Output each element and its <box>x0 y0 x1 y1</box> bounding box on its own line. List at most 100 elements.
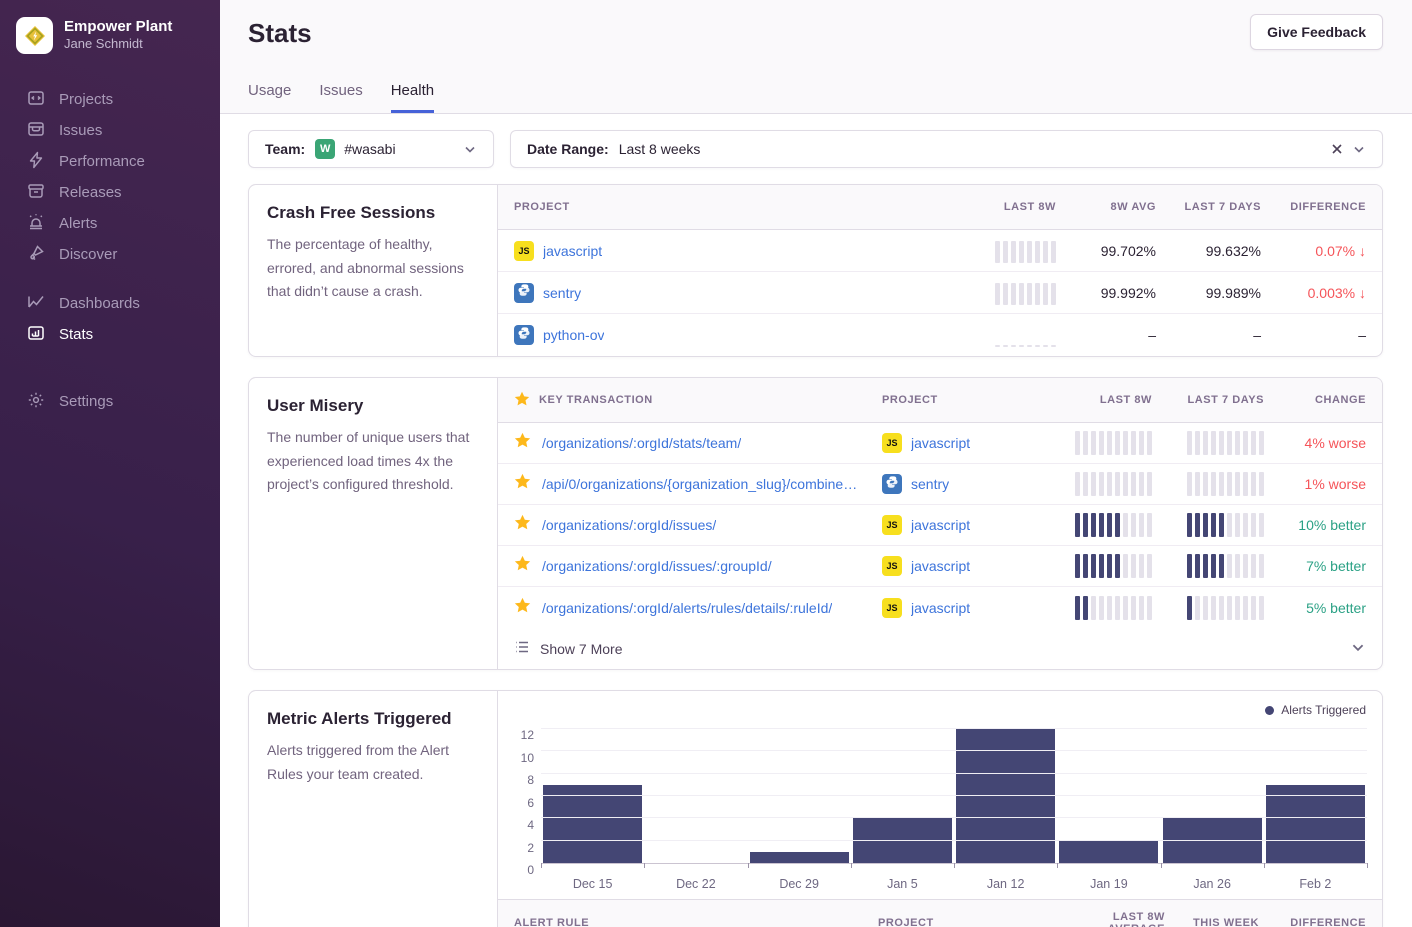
dashboards-icon <box>27 293 45 315</box>
bar-jan-26[interactable] <box>1163 818 1262 863</box>
bar-dec-29[interactable] <box>750 852 849 863</box>
project-link[interactable]: sentry <box>911 476 949 492</box>
sidebar-item-performance[interactable]: Performance <box>0 146 220 177</box>
show-more-button[interactable]: Show 7 More <box>498 628 1382 669</box>
spark-bar <box>1243 431 1248 455</box>
spark-bar <box>1243 596 1248 620</box>
project-cell: JS javascript <box>514 241 946 261</box>
date-range-select[interactable]: Date Range: Last 8 weeks <box>510 130 1383 168</box>
axis-tick <box>1057 863 1058 868</box>
key-transaction-star-icon[interactable] <box>514 514 531 536</box>
gridline <box>541 728 1367 729</box>
spark-bar <box>1115 513 1120 537</box>
y-axis-label: 0 <box>527 863 534 877</box>
bar-slot <box>1264 729 1367 863</box>
tab-health[interactable]: Health <box>391 82 434 113</box>
tab-issues[interactable]: Issues <box>319 82 362 113</box>
spark-bar <box>995 283 1000 305</box>
key-transaction-star-icon[interactable] <box>514 555 531 577</box>
bar-jan-5[interactable] <box>853 818 952 863</box>
spark-bar <box>1219 596 1224 620</box>
team-select[interactable]: Team: W #wasabi <box>248 130 494 168</box>
column-this-week: THIS WEEK <box>1193 917 1259 927</box>
sidebar-item-label: Issues <box>59 122 102 139</box>
clear-icon[interactable] <box>1326 138 1348 160</box>
axis-tick <box>1161 863 1162 868</box>
sidebar-item-projects[interactable]: Projects <box>0 84 220 115</box>
spark-bar <box>1259 513 1264 537</box>
project-link[interactable]: javascript <box>543 243 602 259</box>
spark-bar <box>1083 431 1088 455</box>
spark-bar <box>1219 431 1224 455</box>
chart-legend: Alerts Triggered <box>1265 703 1366 717</box>
spark-bar <box>1259 554 1264 578</box>
spark-bar <box>1147 472 1152 496</box>
table-row: /organizations/:orgId/issues/ JS javascr… <box>498 505 1382 546</box>
python-icon <box>885 475 899 494</box>
spark-bar <box>1235 513 1240 537</box>
org-name: Empower Plant <box>64 18 172 37</box>
bar-dec-15[interactable] <box>543 785 642 863</box>
tab-usage[interactable]: Usage <box>248 82 291 113</box>
key-transaction-star-icon[interactable] <box>514 432 531 454</box>
bar-jan-12[interactable] <box>956 729 1055 863</box>
spark-bar <box>1035 283 1040 305</box>
project-link[interactable]: javascript <box>911 435 970 451</box>
axis-tick <box>541 863 542 868</box>
spark-bar <box>1011 241 1016 263</box>
spark-bar <box>1107 472 1112 496</box>
bar-jan-19[interactable] <box>1059 841 1158 863</box>
spark-bar <box>1227 596 1232 620</box>
transaction-link[interactable]: /organizations/:orgId/alerts/rules/detai… <box>542 600 832 616</box>
avg-8w-value: 99.702% <box>1101 243 1156 259</box>
key-transaction-star-icon[interactable] <box>514 473 531 495</box>
transaction-link[interactable]: /api/0/organizations/{organization_slug}… <box>542 476 857 492</box>
crash-free-rows: JS javascript 99.702% 99.632% 0.07% ↓ JS… <box>498 230 1382 356</box>
x-axis-label: Jan 12 <box>954 877 1057 891</box>
key-transaction-star-icon[interactable] <box>514 597 531 619</box>
transaction-link[interactable]: /organizations/:orgId/issues/ <box>542 517 716 533</box>
sidebar-item-discover[interactable]: Discover <box>0 239 220 270</box>
sidebar-item-releases[interactable]: Releases <box>0 177 220 208</box>
sparkline-last-8w <box>995 281 1056 305</box>
sidebar-item-issues[interactable]: Issues <box>0 115 220 146</box>
transaction-link[interactable]: /organizations/:orgId/issues/:groupId/ <box>542 558 772 574</box>
alert-rule-table-header: ALERT RULE PROJECT LAST 8W AVERAGE THIS … <box>498 899 1382 927</box>
sidebar-item-stats[interactable]: Stats <box>0 319 220 350</box>
spark-bar <box>1251 472 1256 496</box>
project-link[interactable]: python-ov <box>543 327 604 343</box>
spark-bar <box>1075 431 1080 455</box>
column-alert-rule: ALERT RULE <box>514 917 878 927</box>
spark-bar <box>1035 241 1040 263</box>
filter-row: Team: W #wasabi Date Range: Last 8 weeks <box>248 130 1383 168</box>
column-change: CHANGE <box>1315 394 1366 406</box>
column-last-8w-average: LAST 8W AVERAGE <box>1058 911 1165 927</box>
org-user-name: Jane Schmidt <box>64 36 172 53</box>
spark-bar <box>1147 513 1152 537</box>
org-switcher[interactable]: Empower Plant Jane Schmidt <box>0 0 220 54</box>
sidebar-item-settings[interactable]: Settings <box>0 386 220 417</box>
date-range-value: Last 8 weeks <box>619 141 701 157</box>
difference-value: 0.07% ↓ <box>1315 243 1366 259</box>
spark-bar <box>1091 513 1096 537</box>
give-feedback-button[interactable]: Give Feedback <box>1250 14 1383 50</box>
project-link[interactable]: javascript <box>911 600 970 616</box>
table-row: /organizations/:orgId/alerts/rules/detai… <box>498 587 1382 628</box>
project-link[interactable]: javascript <box>911 517 970 533</box>
sparkline-last-8w <box>1075 472 1152 496</box>
project-link[interactable]: javascript <box>911 558 970 574</box>
transaction-link[interactable]: /organizations/:orgId/stats/team/ <box>542 435 741 451</box>
avg-8w-value: 99.992% <box>1101 285 1156 301</box>
sidebar-item-dashboards[interactable]: Dashboards <box>0 288 220 319</box>
spark-bar <box>1187 554 1192 578</box>
project-link[interactable]: sentry <box>543 285 581 301</box>
spark-bar <box>1147 431 1152 455</box>
table-row: /organizations/:orgId/issues/:groupId/ J… <box>498 546 1382 587</box>
spark-bar <box>1235 472 1240 496</box>
sidebar-item-alerts[interactable]: Alerts <box>0 208 220 239</box>
performance-icon <box>27 151 45 173</box>
bar-feb-2[interactable] <box>1266 785 1365 863</box>
spark-bar <box>1115 596 1120 620</box>
project-cell: JS sentry <box>514 283 946 303</box>
column-difference: DIFFERENCE <box>1290 917 1366 927</box>
